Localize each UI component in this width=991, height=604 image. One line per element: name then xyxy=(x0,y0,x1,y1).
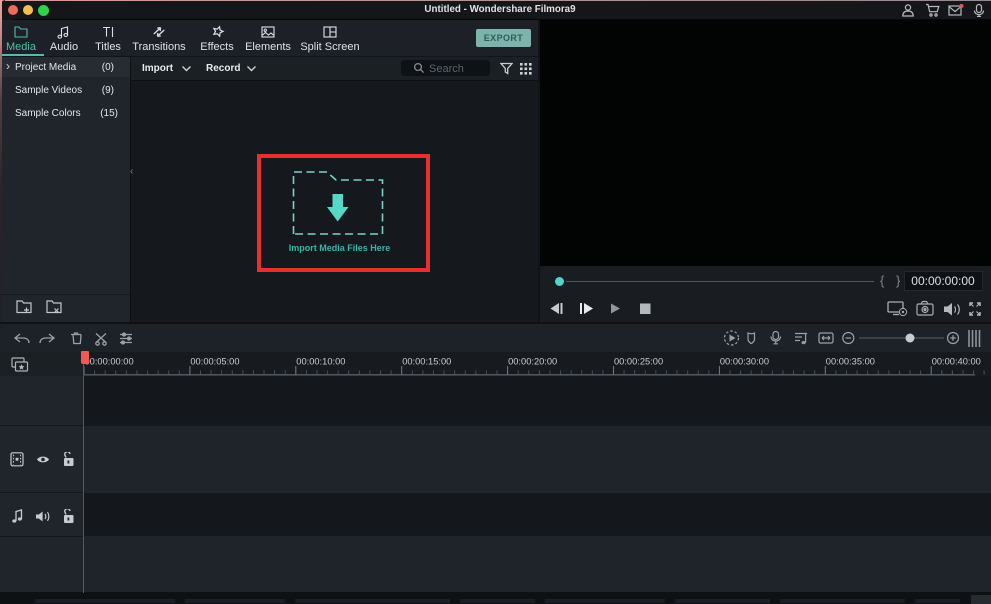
svg-text:00:00:15:00: 00:00:15:00 xyxy=(402,357,451,367)
svg-text:00:00:05:00: 00:00:05:00 xyxy=(190,357,239,367)
svg-text:00:00:30:00: 00:00:30:00 xyxy=(720,357,769,367)
svg-text:00:00:20:00: 00:00:20:00 xyxy=(508,357,557,367)
svg-text:00:00:40:00: 00:00:40:00 xyxy=(932,357,981,367)
svg-text:00:00:25:00: 00:00:25:00 xyxy=(614,357,663,367)
svg-text:00:00:00:00: 00:00:00:00 xyxy=(85,357,134,367)
svg-text:00:00:35:00: 00:00:35:00 xyxy=(826,357,875,367)
svg-text:00:00:10:00: 00:00:10:00 xyxy=(296,357,345,367)
